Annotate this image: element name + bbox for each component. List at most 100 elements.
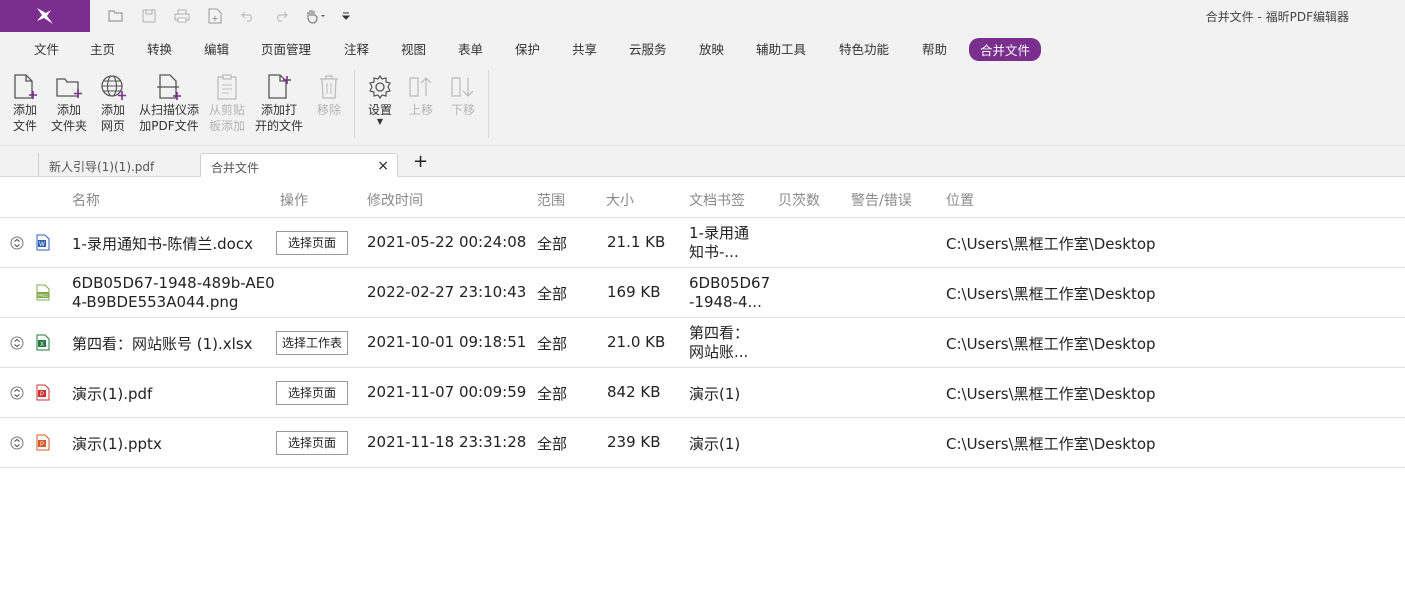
table-row[interactable]: P 演示(1).pdf 选择页面 2021-11-07 00:09:59 全部 … <box>0 368 1405 418</box>
redo-icon[interactable] <box>271 6 291 26</box>
menu-page-manage[interactable]: 页面管理 <box>261 39 311 58</box>
column-range[interactable]: 范围 <box>537 190 565 210</box>
column-location[interactable]: 位置 <box>946 190 974 210</box>
select-worksheet-button[interactable]: 选择工作表 <box>276 331 348 355</box>
expand-toggle-icon[interactable] <box>10 236 24 250</box>
column-modified[interactable]: 修改时间 <box>367 190 423 210</box>
app-logo[interactable] <box>0 0 90 32</box>
settings-label: 设置 <box>367 103 392 117</box>
bookmark-cell[interactable]: 第四看： 网站账... <box>689 324 749 362</box>
excel-file-icon: X <box>36 334 50 351</box>
modified-time: 2021-10-01 09:18:51 <box>367 333 527 351</box>
bookmark-cell[interactable]: 6DB05D67 -1948-4... <box>689 274 770 312</box>
column-bates[interactable]: 贝茨数 <box>778 190 820 210</box>
bookmark-line-2: 网站账... <box>689 343 749 361</box>
foxit-logo-icon <box>37 8 53 24</box>
menu-form[interactable]: 表单 <box>458 39 483 58</box>
add-open-label-1: 添加打 <box>260 103 297 117</box>
bookmark-line-1: 第四看： <box>689 324 750 342</box>
add-webpage-button[interactable]: 添加 网页 <box>92 72 134 134</box>
menu-convert[interactable]: 转换 <box>147 39 172 58</box>
remove-label: 移除 <box>316 103 341 117</box>
select-pages-button[interactable]: 选择页面 <box>276 231 348 255</box>
menu-protect[interactable]: 保护 <box>515 39 540 58</box>
pdf-file-icon: P <box>36 384 50 401</box>
tab-label: 新人引导(1)(1).pdf <box>49 160 155 174</box>
file-size: 842 KB <box>607 383 661 401</box>
table-row[interactable]: W 1-录用通知书-陈倩兰.docx 选择页面 2021-05-22 00:24… <box>0 218 1405 268</box>
column-name[interactable]: 名称 <box>72 190 100 210</box>
menu-view[interactable]: 视图 <box>401 39 426 58</box>
bookmark-cell[interactable]: 1-录用通 知书-... <box>689 224 749 262</box>
new-icon[interactable] <box>205 6 225 26</box>
add-file-button[interactable]: 添加 文件 <box>4 72 46 134</box>
page-range[interactable]: 全部 <box>537 433 567 454</box>
bookmark-cell[interactable]: 演示(1) <box>689 433 740 454</box>
menu-share[interactable]: 共享 <box>572 39 597 58</box>
menu-comment[interactable]: 注释 <box>344 39 369 58</box>
page-range[interactable]: 全部 <box>537 233 567 254</box>
tab-guide-pdf[interactable]: 新人引导(1)(1).pdf <box>38 153 200 177</box>
file-name-line-1: 6DB05D67-1948-489b-AE0 <box>72 274 275 292</box>
hand-tool-icon[interactable] <box>304 6 328 26</box>
select-pages-button[interactable]: 选择页面 <box>276 431 348 455</box>
column-bookmark[interactable]: 文档书签 <box>689 190 745 210</box>
menu-file[interactable]: 文件 <box>34 39 59 58</box>
file-table-header: 名称 操作 修改时间 范围 大小 文档书签 贝茨数 警告/错误 位置 <box>0 177 1405 218</box>
expand-toggle-icon[interactable] <box>10 436 24 450</box>
table-row[interactable]: PNG 6DB05D67-1948-489b-AE0 4-B9BDE553A04… <box>0 268 1405 318</box>
add-from-scanner-button[interactable]: 从扫描仪添 加PDF文件 <box>136 72 202 134</box>
close-icon[interactable]: × <box>377 158 389 174</box>
expand-toggle-icon[interactable] <box>10 336 24 350</box>
open-icon[interactable] <box>106 6 126 26</box>
file-location: C:\Users\黑框工作室\Desktop <box>946 285 1156 303</box>
menu-home[interactable]: 主页 <box>90 39 115 58</box>
file-name: 第四看：网站账号 (1).xlsx <box>72 335 253 353</box>
add-tab-icon[interactable]: + <box>413 151 428 172</box>
table-row[interactable]: X 第四看：网站账号 (1).xlsx 选择工作表 2021-10-01 09:… <box>0 318 1405 368</box>
save-icon[interactable] <box>139 6 159 26</box>
menu-edit[interactable]: 编辑 <box>204 39 229 58</box>
document-tab-bar: 新人引导(1)(1).pdf 合并文件 × + <box>0 146 1405 177</box>
menu-slideshow[interactable]: 放映 <box>699 39 724 58</box>
page-range[interactable]: 全部 <box>537 283 567 304</box>
column-action[interactable]: 操作 <box>280 190 308 210</box>
expand-toggle-icon[interactable] <box>10 386 24 400</box>
column-size[interactable]: 大小 <box>606 190 634 210</box>
remove-button[interactable]: 移除 <box>310 72 348 118</box>
undo-icon[interactable] <box>238 6 258 26</box>
add-folder-button[interactable]: 添加 文件夹 <box>46 72 92 134</box>
page-range[interactable]: 全部 <box>537 383 567 404</box>
add-folder-icon <box>56 78 82 98</box>
print-icon[interactable] <box>172 6 192 26</box>
move-down-button[interactable]: 下移 <box>444 72 482 118</box>
add-open-files-button[interactable]: 添加打 开的文件 <box>252 72 306 134</box>
svg-text:P: P <box>40 442 44 448</box>
page-range[interactable]: 全部 <box>537 333 567 354</box>
menu-features[interactable]: 特色功能 <box>839 39 889 58</box>
add-webpage-label-1: 添加 <box>100 103 125 117</box>
bookmark-cell[interactable]: 演示(1) <box>689 383 740 404</box>
file-name: 演示(1).pdf <box>72 385 153 403</box>
tab-label: 合并文件 <box>211 161 260 175</box>
bookmark-line-1: 1-录用通 <box>689 224 749 242</box>
add-from-clipboard-button[interactable]: 从剪贴 板添加 <box>204 72 250 134</box>
file-size: 239 KB <box>607 433 661 451</box>
menu-accessibility[interactable]: 辅助工具 <box>756 39 806 58</box>
move-up-button[interactable]: 上移 <box>402 72 440 118</box>
settings-button[interactable]: 设置 ▼ <box>360 72 400 126</box>
modified-time: 2021-05-22 00:24:08 <box>367 233 527 251</box>
file-name: 演示(1).pptx <box>72 435 162 453</box>
menu-merge-files[interactable]: 合并文件 <box>969 38 1042 61</box>
select-pages-button[interactable]: 选择页面 <box>276 381 348 405</box>
tab-merge-files[interactable]: 合并文件 × <box>200 153 398 177</box>
customize-icon[interactable] <box>338 6 354 26</box>
modified-time: 2021-11-18 23:31:28 <box>367 433 527 451</box>
column-warnings[interactable]: 警告/错误 <box>851 190 912 210</box>
menu-help[interactable]: 帮助 <box>922 39 947 58</box>
add-webpage-label-2: 网页 <box>100 119 125 133</box>
add-file-label-2: 文件 <box>12 119 37 133</box>
table-row[interactable]: P 演示(1).pptx 选择页面 2021-11-18 23:31:28 全部… <box>0 418 1405 468</box>
menu-cloud[interactable]: 云服务 <box>629 39 667 58</box>
add-clipboard-label-1: 从剪贴 <box>208 103 245 117</box>
